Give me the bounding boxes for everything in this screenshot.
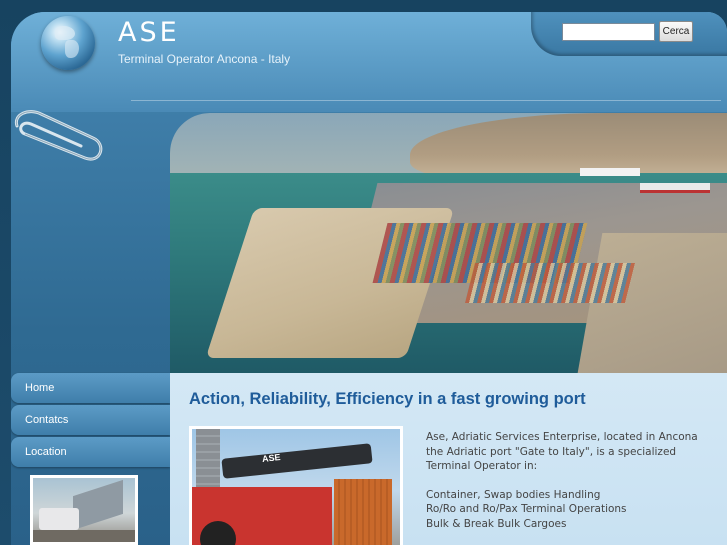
hero-port-image (170, 113, 727, 373)
list-item: Bulk & Break Bulk Cargoes (426, 517, 567, 530)
nav-item-contacts[interactable]: Contatcs (11, 405, 170, 435)
nav-item-home[interactable]: Home (11, 373, 170, 403)
search-button[interactable]: Cerca (659, 21, 693, 42)
site-title[interactable]: ASE (118, 17, 180, 48)
list-item: Container, Swap bodies Handling (426, 488, 601, 501)
globe-icon[interactable] (41, 16, 95, 70)
paperclip-icon (14, 110, 103, 161)
nav-item-location[interactable]: Location (11, 437, 170, 467)
sidebar-truck-photo (30, 475, 138, 545)
services-list: Container, Swap bodies Handling Ro/Ro an… (426, 488, 716, 532)
content-text: Ase, Adriatic Services Enterprise, locat… (426, 430, 716, 531)
main-content: Action, Reliability, Efficiency in a fas… (170, 373, 727, 545)
site-shell: ASE Terminal Operator Ancona - Italy Cer… (11, 12, 727, 545)
sidebar-nav: Home Contatcs Location (11, 373, 170, 469)
site-subtitle: Terminal Operator Ancona - Italy (118, 52, 291, 66)
search-input[interactable] (562, 23, 655, 41)
intro-paragraph: Ase, Adriatic Services Enterprise, locat… (426, 431, 698, 472)
reach-stacker-photo: ASE (189, 426, 403, 545)
crane-logo-text: ASE (261, 452, 281, 464)
header-divider (131, 100, 721, 101)
content-heading: Action, Reliability, Efficiency in a fas… (189, 390, 586, 408)
list-item: Ro/Ro and Ro/Pax Terminal Operations (426, 503, 627, 515)
